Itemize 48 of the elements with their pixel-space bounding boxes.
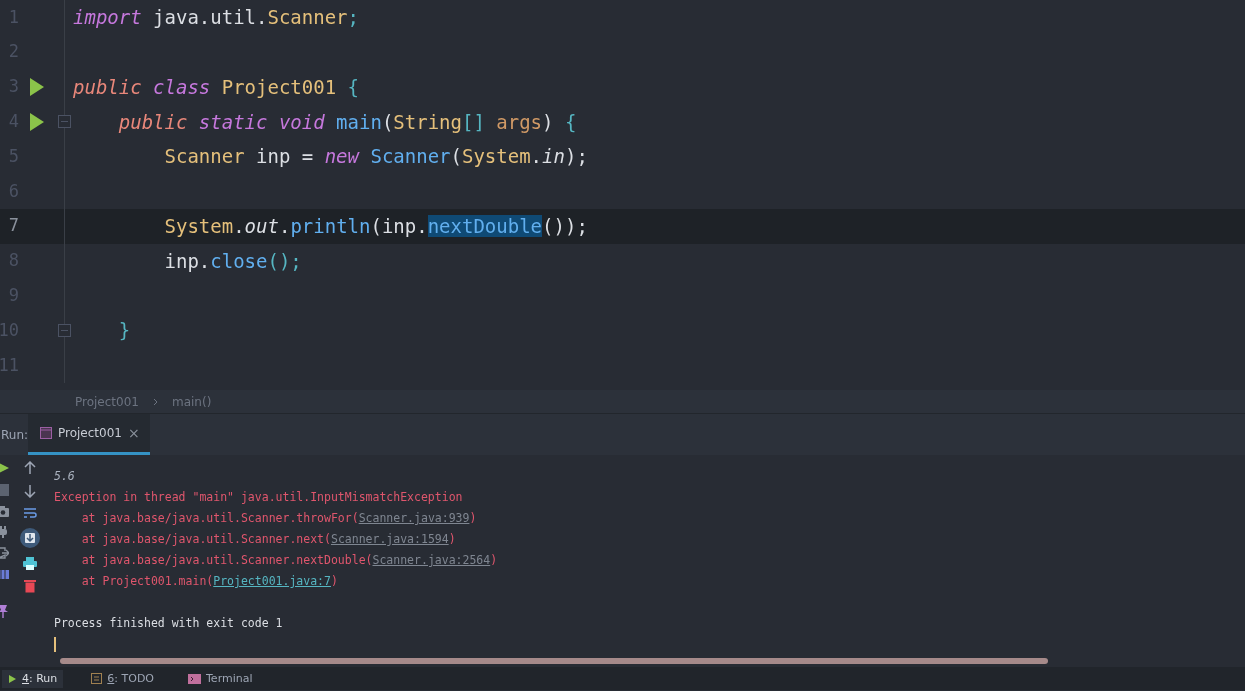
- code-line: public class Project001 {: [72, 74, 359, 100]
- tool-tab[interactable]: Terminal: [182, 669, 259, 688]
- source-link[interactable]: Scanner.java:2564: [372, 553, 491, 567]
- code-line: System.out.println(inp.nextDouble());: [163, 213, 588, 239]
- up-arrow-icon[interactable]: [24, 461, 36, 475]
- tool-tab[interactable]: 4: Run: [2, 669, 64, 688]
- window-icon: [40, 427, 52, 439]
- text-cursor: [54, 637, 56, 652]
- download-icon[interactable]: [20, 528, 40, 548]
- trash-icon[interactable]: [24, 579, 36, 593]
- source-link[interactable]: Scanner.java:939: [358, 511, 470, 525]
- console-line: Exception in thread "main" java.util.InputMismatchException: [54, 489, 464, 506]
- layout-icon[interactable]: [0, 568, 9, 580]
- run-tab[interactable]: Project001 ×: [28, 414, 150, 455]
- console-line: Process finished with exit code 1: [54, 615, 284, 632]
- code-line: inp.close();: [163, 248, 302, 274]
- run-icon[interactable]: [29, 111, 45, 132]
- pin-icon[interactable]: [0, 604, 9, 618]
- play-icon: [8, 673, 17, 684]
- print-icon[interactable]: [23, 557, 37, 570]
- run-icon[interactable]: [29, 77, 45, 97]
- code-line: public static void main(String[] args) {: [117, 109, 577, 135]
- code-line: }: [117, 318, 131, 344]
- code-line: Scanner inp = new Scanner(System.in);: [163, 144, 588, 170]
- console-line: at java.base/java.util.Scanner.next(Scanner.java:1594): [80, 531, 457, 548]
- console-line: at java.base/java.util.Scanner.nextDouble(Scanner.java:2564): [80, 552, 498, 569]
- wrap-icon[interactable]: [23, 507, 37, 519]
- camera-icon[interactable]: [0, 505, 9, 517]
- code-line: import java.util.Scanner;: [72, 5, 359, 31]
- scrollbar[interactable]: [60, 658, 1048, 664]
- list-icon: [91, 673, 103, 684]
- plug-icon[interactable]: [0, 526, 9, 538]
- line-number: 7: [7, 214, 19, 238]
- breadcrumb[interactable]: main(): [171, 392, 212, 411]
- source-link[interactable]: Scanner.java:1594: [330, 532, 449, 546]
- console-line: at Project001.main(Project001.java:7): [80, 573, 339, 590]
- chevron-icon: [152, 397, 158, 406]
- close-button[interactable]: ×: [127, 422, 140, 444]
- tool-tab[interactable]: 6: TODO: [85, 669, 160, 688]
- run-icon[interactable]: [0, 461, 9, 475]
- breadcrumb[interactable]: Project001: [75, 392, 139, 411]
- source-link[interactable]: Project001.java:7: [213, 574, 331, 588]
- console-line: at java.base/java.util.Scanner.throwFor(Scanner.java:939): [80, 510, 478, 527]
- panel-label: Run:: [1, 426, 28, 444]
- exit-icon[interactable]: [0, 547, 9, 559]
- down-arrow-icon[interactable]: [24, 484, 36, 498]
- console-line: 5.6: [54, 468, 76, 485]
- terminal-icon: [188, 673, 201, 684]
